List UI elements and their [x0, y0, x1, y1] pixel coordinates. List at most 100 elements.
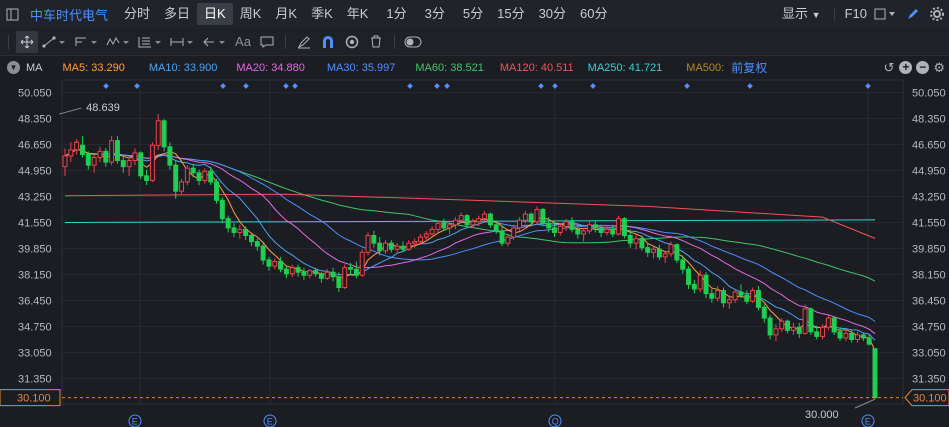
ma60-line [64, 148, 876, 282]
period-tab-5min[interactable]: 5分 [456, 3, 490, 25]
candle-down [709, 293, 715, 299]
candle-up [855, 334, 860, 341]
event-marker-label: E [267, 417, 273, 427]
candle-up [802, 308, 808, 334]
event-marker-dot [684, 83, 690, 89]
event-marker-dot [243, 83, 249, 89]
period-tab-monthly[interactable]: 月K [268, 3, 304, 25]
candle-down [266, 259, 272, 267]
event-marker-dot [220, 83, 226, 89]
candle-down [248, 235, 254, 243]
candle-down [167, 146, 173, 166]
candle-up [697, 274, 703, 290]
candle-up [517, 219, 523, 229]
divider [8, 34, 9, 49]
event-marker-dot [283, 83, 289, 89]
f10-button[interactable]: F10 [841, 3, 871, 25]
y-tick-label-left: 33.050 [18, 348, 52, 360]
collapse-icon[interactable]: ▼ [7, 61, 20, 74]
period-tab-1min[interactable]: 1分 [379, 3, 413, 25]
candle-down [330, 271, 336, 278]
display-menu-button[interactable]: 显示 ▼ [775, 3, 828, 25]
y-tick-label-left: 38.150 [18, 270, 52, 282]
measure-icon[interactable] [168, 31, 198, 53]
ma-label[interactable]: MA [26, 62, 43, 74]
period-tab-15min[interactable]: 15分 [490, 3, 531, 25]
crosshair-icon[interactable] [16, 30, 38, 53]
candle-down [785, 320, 791, 331]
candle-down [400, 245, 406, 250]
candle-down [569, 221, 575, 230]
candle-down [814, 331, 820, 337]
event-marker-icon [548, 414, 562, 427]
trash-icon[interactable] [365, 31, 387, 53]
candle-down [231, 227, 237, 233]
candle-down [610, 228, 616, 235]
candle-up [74, 141, 80, 151]
stock-name[interactable]: 中车时代电气 [24, 5, 117, 24]
period-tab-60min[interactable]: 60分 [573, 3, 614, 25]
period-tab-weekly[interactable]: 周K [233, 3, 269, 25]
chevron-down-icon: ▼ [811, 10, 821, 20]
candle-up [522, 213, 528, 221]
text-tool-icon[interactable]: Aa [232, 31, 254, 53]
candle-up [423, 233, 429, 238]
candle-down [348, 267, 354, 270]
channel-tool-icon[interactable] [72, 31, 102, 53]
adjust-mode-button[interactable]: 前复权 [731, 59, 767, 76]
zoom-in-icon[interactable]: + [899, 61, 913, 74]
candle-down [283, 268, 289, 275]
period-tab-multiday[interactable]: 多日 [157, 3, 197, 25]
period-tab-yearly[interactable]: 年K [340, 3, 376, 25]
trendline-icon[interactable] [40, 31, 70, 53]
candle-down [866, 337, 872, 345]
wave-tool-icon[interactable] [104, 31, 134, 53]
candle-down [161, 120, 167, 148]
candle-up [237, 228, 243, 233]
candle-down [691, 283, 697, 290]
candle-up [843, 332, 849, 339]
toggle-icon[interactable] [402, 31, 424, 53]
period-tab-daily[interactable]: 日K [197, 3, 233, 25]
period-tab-intraday[interactable]: 分时 [117, 3, 157, 25]
candle-up [359, 251, 365, 276]
event-marker-dot [134, 83, 140, 89]
zoom-out-icon[interactable]: − [916, 61, 930, 74]
candle-down [138, 152, 144, 177]
square-icon[interactable] [872, 3, 900, 25]
candle-up [732, 291, 738, 301]
eye-icon[interactable] [341, 31, 363, 53]
comment-icon[interactable] [256, 31, 278, 53]
ma30-value: MA30: 35.997 [326, 61, 396, 74]
period-tab-3min[interactable]: 3分 [418, 3, 452, 25]
period-tab-30min[interactable]: 30分 [532, 3, 573, 25]
current-price-label-left: 30.100 [17, 393, 51, 405]
candle-up [155, 120, 161, 146]
candle-up [616, 218, 622, 235]
gear-icon[interactable]: ⚙ [933, 60, 945, 76]
candle-up [179, 181, 185, 192]
candle-down [208, 170, 214, 183]
reset-icon[interactable]: ↺ [883, 60, 894, 76]
period-tab-quarterly[interactable]: 季K [304, 3, 340, 25]
divider [833, 7, 835, 21]
eraser-icon[interactable] [293, 31, 315, 53]
candle-up [383, 242, 388, 252]
candle-down [377, 242, 383, 252]
candle-down [639, 238, 645, 249]
settings-icon[interactable] [926, 3, 948, 25]
fibonacci-icon[interactable] [136, 31, 166, 53]
pen-icon[interactable] [902, 3, 924, 25]
candle-down [656, 248, 662, 258]
candle-down [808, 308, 814, 333]
candle-down [592, 224, 598, 229]
y-tick-label-left: 39.850 [18, 244, 52, 256]
y-tick-label-right: 43.250 [912, 192, 946, 204]
drawing-toolbar: Aa [0, 28, 949, 56]
magnet-icon[interactable] [317, 31, 339, 53]
candle-down [313, 270, 319, 275]
sidebar-toggle-icon[interactable] [1, 3, 23, 25]
event-marker-dot [865, 83, 871, 89]
ma250-value: MA250: 41.721 [587, 61, 663, 74]
arrow-left-icon[interactable] [200, 31, 230, 53]
